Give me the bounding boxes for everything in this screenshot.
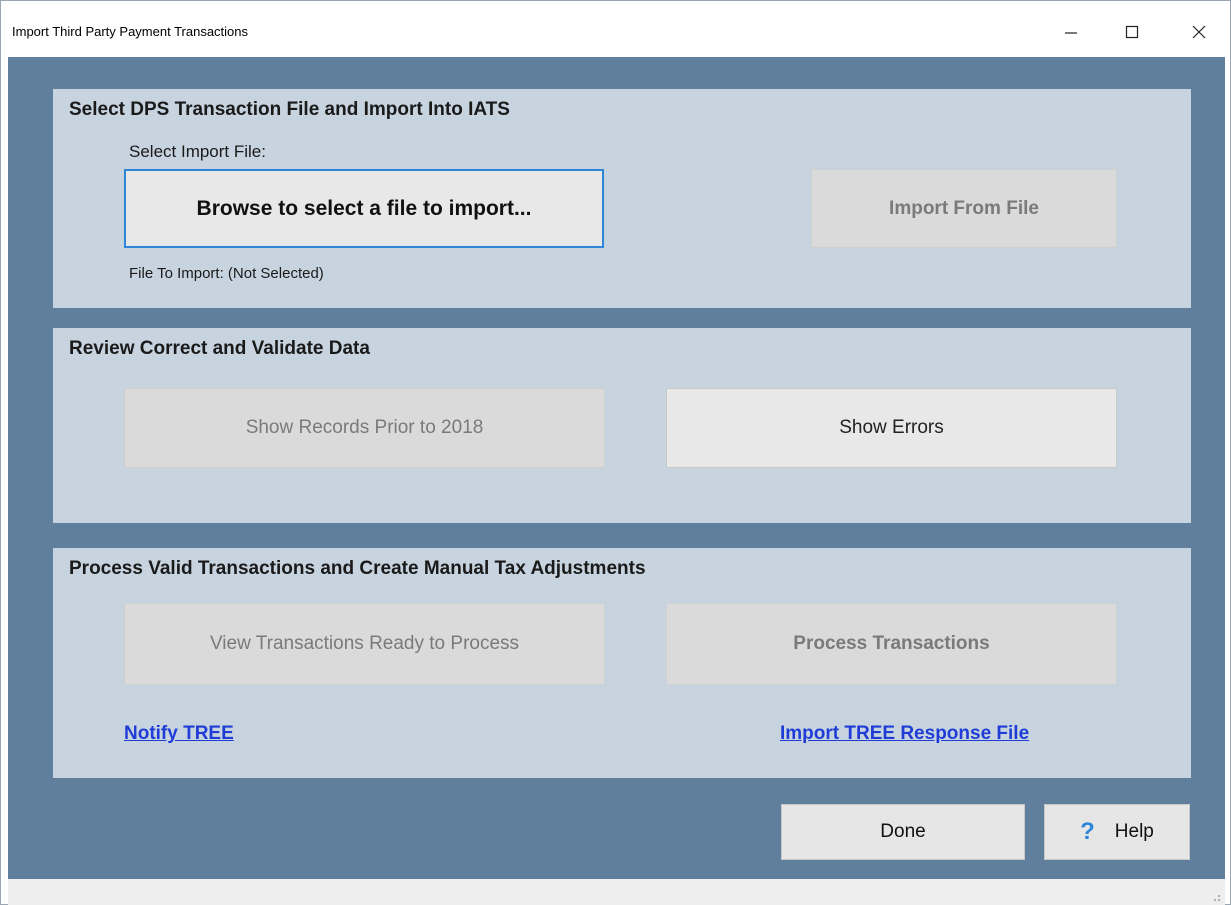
notify-tree-link[interactable]: Notify TREE bbox=[124, 723, 234, 745]
minimize-button[interactable] bbox=[1048, 11, 1094, 53]
maximize-icon bbox=[1125, 25, 1139, 39]
process-transactions-button[interactable]: Process Transactions bbox=[666, 603, 1117, 685]
close-button[interactable] bbox=[1176, 11, 1222, 53]
show-records-prior-button[interactable]: Show Records Prior to 2018 bbox=[124, 388, 605, 468]
window-title: Import Third Party Payment Transactions bbox=[12, 24, 249, 39]
title-bar: Import Third Party Payment Transactions bbox=[1, 1, 1230, 57]
browse-file-button[interactable]: Browse to select a file to import... bbox=[124, 169, 604, 248]
review-validate-panel: Review Correct and Validate Data Show Re… bbox=[53, 328, 1191, 523]
import-tree-response-link[interactable]: Import TREE Response File bbox=[780, 723, 1029, 745]
import-from-file-button[interactable]: Import From File bbox=[811, 169, 1117, 248]
status-bar bbox=[8, 879, 1225, 905]
client-area: Select DPS Transaction File and Import I… bbox=[8, 57, 1225, 879]
view-ready-transactions-button[interactable]: View Transactions Ready to Process bbox=[124, 603, 605, 685]
show-errors-button[interactable]: Show Errors bbox=[666, 388, 1117, 468]
help-label: Help bbox=[1114, 821, 1154, 842]
app-window: Import Third Party Payment Transactions … bbox=[0, 0, 1231, 905]
done-label: Done bbox=[880, 821, 926, 842]
help-button[interactable]: ? Help bbox=[1044, 804, 1190, 860]
select-import-label: Select Import File: bbox=[129, 142, 266, 161]
section-title: Review Correct and Validate Data bbox=[69, 338, 370, 359]
process-transactions-panel: Process Valid Transactions and Create Ma… bbox=[53, 548, 1191, 778]
close-icon bbox=[1192, 25, 1206, 39]
section-title: Process Valid Transactions and Create Ma… bbox=[69, 558, 646, 579]
maximize-button[interactable] bbox=[1109, 11, 1155, 53]
section-title: Select DPS Transaction File and Import I… bbox=[69, 99, 510, 120]
minimize-icon bbox=[1065, 32, 1077, 34]
select-import-panel: Select DPS Transaction File and Import I… bbox=[53, 89, 1191, 308]
done-button[interactable]: Done bbox=[781, 804, 1025, 860]
resize-grip-icon[interactable] bbox=[1211, 892, 1221, 902]
file-to-import-status: File To Import: (Not Selected) bbox=[129, 265, 324, 282]
help-icon: ? bbox=[1080, 818, 1095, 845]
